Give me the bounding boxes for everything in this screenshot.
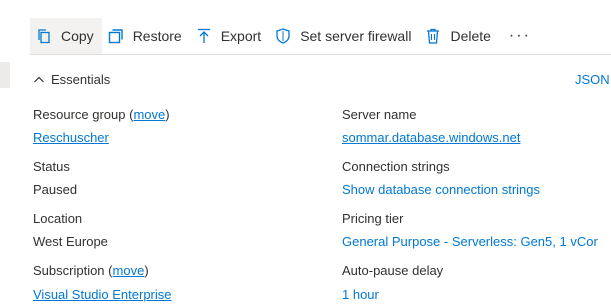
set-server-firewall-label: Set server firewall (300, 28, 412, 44)
status-label: Status (33, 159, 70, 174)
subscription-move-link[interactable]: move (113, 263, 145, 278)
restore-label: Restore (132, 28, 182, 44)
trash-icon (427, 28, 440, 44)
delete-button[interactable]: Delete (419, 18, 498, 54)
resource-group-label-row: Resource group (move) (33, 107, 170, 123)
auto-pause-delay-label: Auto-pause delay (342, 263, 444, 278)
resource-group-label: Resource group (33, 107, 126, 122)
more-actions-button[interactable]: ··· (499, 18, 539, 54)
export-label: Export (220, 28, 262, 44)
subscription-label: Subscription (33, 263, 105, 278)
restore-button[interactable]: Restore (102, 18, 190, 54)
more-actions-label: ··· (508, 27, 531, 44)
connection-strings-link[interactable]: Show database connection strings (342, 182, 540, 198)
subscription-value-link[interactable]: Visual Studio Enterprise (33, 287, 172, 303)
copy-button[interactable]: Copy (30, 18, 102, 54)
shield-icon (276, 28, 290, 44)
chevron-up-icon (34, 76, 44, 82)
status-value: Paused (33, 182, 78, 197)
essentials-title: Essentials (51, 72, 111, 87)
json-view-link[interactable]: JSON (575, 72, 610, 87)
subscription-paren-close: ) (144, 263, 149, 278)
resource-group-value-link[interactable]: Reschuscher (33, 130, 109, 146)
copy-icon (38, 29, 50, 44)
copy-label: Copy (61, 28, 94, 44)
restore-icon (108, 29, 123, 44)
delete-label: Delete (450, 28, 491, 44)
left-panel-edge (0, 0, 30, 305)
export-button[interactable]: Export (190, 18, 269, 54)
resource-group-move-link[interactable]: move (133, 107, 165, 122)
resource-group-paren-close: ) (165, 107, 170, 122)
pricing-tier-label: Pricing tier (342, 211, 404, 226)
connection-strings-label: Connection strings (342, 159, 450, 174)
left-panel-selection-marker (0, 62, 10, 88)
server-name-label: Server name (342, 107, 417, 122)
location-value: West Europe (33, 234, 108, 249)
pricing-tier-link[interactable]: General Purpose - Serverless: Gen5, 1 vC… (342, 234, 598, 250)
command-bar: Copy Restore Export Set server firewall … (30, 18, 611, 55)
location-label: Location (33, 211, 83, 226)
export-icon (197, 28, 210, 43)
essentials-toggle[interactable]: Essentials (33, 72, 110, 87)
subscription-label-row: Subscription (move) (33, 263, 149, 279)
server-name-value-link[interactable]: sommar.database.windows.net (342, 130, 520, 146)
set-server-firewall-button[interactable]: Set server firewall (269, 18, 419, 54)
auto-pause-delay-link[interactable]: 1 hour (342, 287, 379, 303)
